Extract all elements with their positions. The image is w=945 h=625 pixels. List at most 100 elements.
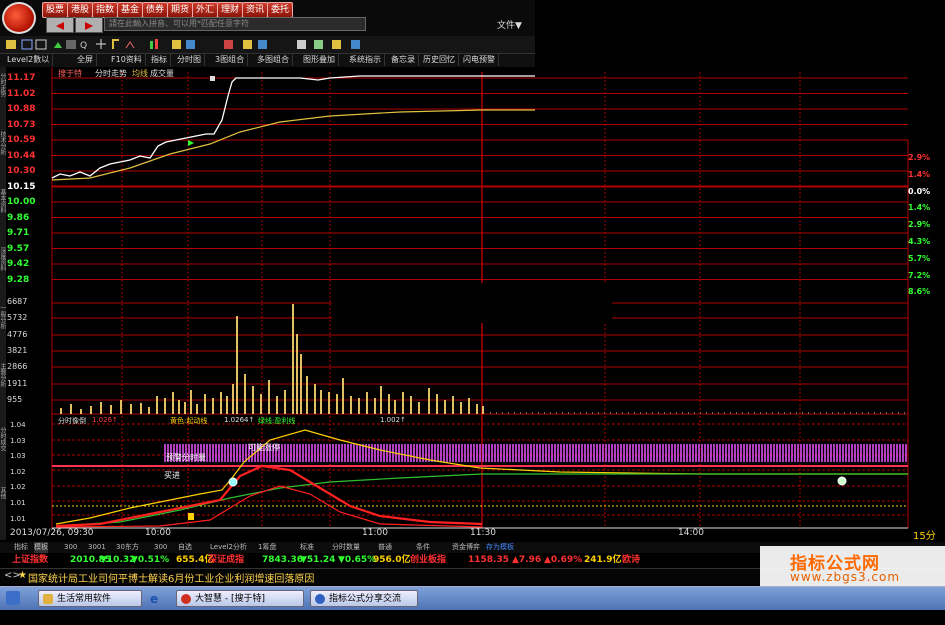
indicator-histogram <box>905 444 907 462</box>
subtab-level2[interactable]: Level2分析 <box>210 542 247 553</box>
subtab-capital[interactable]: 资金博弈 <box>452 542 480 553</box>
volume-bar-afternoon <box>748 412 749 414</box>
volume-bar-afternoon <box>682 412 683 414</box>
subtab-normal[interactable]: 普通 <box>378 542 392 553</box>
volume-bar-afternoon <box>586 412 587 414</box>
index-ticker-item[interactable]: 956.0亿 <box>373 553 410 567</box>
time-label-1130: 11:30 <box>470 528 496 538</box>
task-dazhihui[interactable]: 大智慧 - [搜于特] <box>176 590 304 607</box>
quicklaunch-icon[interactable] <box>6 591 20 605</box>
index-ticker-item[interactable]: ▼0.51% <box>131 553 169 567</box>
indicator-histogram <box>593 444 595 462</box>
subtab-timeqty[interactable]: 分时数量 <box>332 542 360 553</box>
volume-bar <box>196 404 198 414</box>
ie-icon[interactable]: e <box>150 592 158 606</box>
indicator-histogram <box>377 444 379 462</box>
subtab-save-template[interactable]: 存为模板 <box>486 542 514 553</box>
subtab-chip[interactable]: 1筹盘 <box>258 542 276 553</box>
index-ticker-item[interactable]: 创业板指 <box>410 553 446 567</box>
indicator-histogram <box>860 444 862 462</box>
volume-bar-afternoon <box>526 412 527 414</box>
indicator-histogram <box>533 444 535 462</box>
intraday-chart[interactable] <box>0 0 945 545</box>
indicator-histogram <box>815 444 817 462</box>
indicator-histogram <box>740 444 742 462</box>
indicator-histogram <box>299 444 301 462</box>
indicator-histogram <box>770 444 772 462</box>
task-forum[interactable]: 指标公式分享交流区... <box>310 590 418 621</box>
volume-bar <box>320 390 322 414</box>
indicator-histogram <box>296 444 298 462</box>
volume-bar <box>350 396 352 414</box>
subtab-east[interactable]: 30东方 <box>116 542 139 553</box>
index-ticker-item[interactable]: ▼51.24 <box>300 553 335 567</box>
browser-icon <box>315 594 325 604</box>
task-software[interactable]: 生活常用软件 <box>38 590 142 607</box>
indicator-histogram <box>608 444 610 462</box>
volume-bar <box>306 376 308 414</box>
index-ticker-item[interactable]: 241.9亿 <box>584 553 621 567</box>
indicator-histogram <box>347 444 349 462</box>
indicator-histogram <box>344 444 346 462</box>
indicator-histogram <box>746 444 748 462</box>
volume-bar <box>232 384 234 414</box>
indicator-histogram <box>824 444 826 462</box>
index-ticker-item[interactable]: 深证成指 <box>208 553 244 567</box>
volume-bar-afternoon <box>796 412 797 414</box>
indicator-histogram <box>764 444 766 462</box>
label-limit-up: 可能涨停 <box>248 443 280 452</box>
indicator-histogram <box>695 444 697 462</box>
indicator-histogram <box>239 444 241 462</box>
indicator-histogram <box>626 444 628 462</box>
volume-bar <box>402 392 404 414</box>
os-taskbar: 生活常用软件 e 大智慧 - [搜于特] 指标公式分享交流区... <box>0 586 945 621</box>
volume-bar <box>260 394 262 414</box>
subtab-condition[interactable]: 条件 <box>416 542 430 553</box>
index-ticker-item[interactable]: 欧诗 <box>622 553 640 567</box>
subtab-300[interactable]: 300 <box>64 542 77 553</box>
volume-bar-afternoon <box>520 412 521 414</box>
volume-bar-afternoon <box>766 412 767 414</box>
volume-bar-afternoon <box>628 412 629 414</box>
indicator-histogram <box>416 444 418 462</box>
news-headline[interactable]: 国家统计局工业司何平博士解读6月份工业企业利润增速回落原因 <box>28 570 314 585</box>
legend-avg: 均线 <box>132 69 148 78</box>
percent-tick: 5.7% <box>908 253 931 263</box>
subtab-indicator[interactable]: 指标 <box>14 542 28 553</box>
index-ticker-item[interactable]: 7843.36 <box>262 553 303 567</box>
subtab-3001[interactable]: 3001 <box>88 542 106 553</box>
price-tick: 10.73 <box>7 119 36 130</box>
index-ticker-item[interactable]: ▼0.65% <box>338 553 376 567</box>
indicator-histogram <box>443 444 445 462</box>
indicator-histogram <box>356 444 358 462</box>
volume-bar <box>110 405 112 414</box>
indicator-histogram <box>398 444 400 462</box>
indicator-histogram <box>407 444 409 462</box>
index-ticker-item[interactable]: 上证指数 <box>12 553 48 567</box>
subtab-300b[interactable]: 300 <box>154 542 167 553</box>
indicator-histogram <box>572 444 574 462</box>
volume-bar-afternoon <box>688 412 689 414</box>
indicator-histogram <box>734 444 736 462</box>
index-ticker-item[interactable]: ▲0.69% <box>544 553 582 567</box>
indicator-histogram <box>212 444 214 462</box>
subtab-standard[interactable]: 标准 <box>300 542 314 553</box>
percent-tick: 0.0% <box>908 186 931 196</box>
indicator-histogram <box>749 444 751 462</box>
indicator-histogram <box>758 444 760 462</box>
volume-bar-afternoon <box>634 412 635 414</box>
legend-timeshare: 分时走势 <box>95 69 127 78</box>
index-ticker-item[interactable]: 1158.35 <box>468 553 509 567</box>
price-tick: 11.17 <box>7 73 36 83</box>
indicator-histogram <box>218 444 220 462</box>
subtab-custom[interactable]: 自选 <box>178 542 192 553</box>
index-ticker-item[interactable]: ▲7.96 <box>512 553 541 567</box>
volume-bar <box>300 354 302 414</box>
indicator-histogram <box>806 444 808 462</box>
volume-bar-afternoon <box>616 412 617 414</box>
indicator-histogram <box>869 444 871 462</box>
volume-bar <box>394 400 396 414</box>
subtab-template[interactable]: 模板 <box>34 542 48 553</box>
volume-bar-afternoon <box>838 412 839 414</box>
indicator-histogram <box>332 444 334 462</box>
